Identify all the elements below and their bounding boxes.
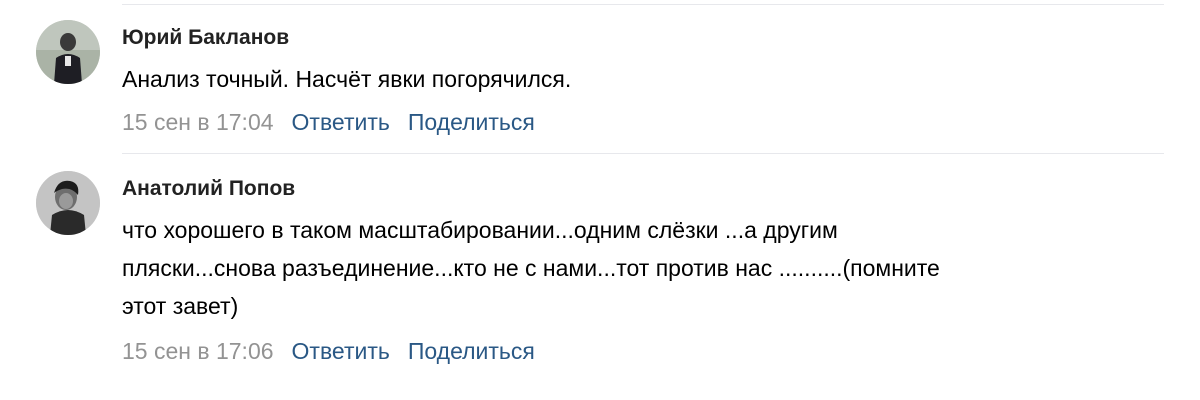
comment-text-line: что хорошего в таком масштабировании...о… bbox=[122, 217, 838, 243]
avatar[interactable] bbox=[36, 171, 100, 235]
share-link[interactable]: Поделиться bbox=[408, 336, 535, 366]
comment-author[interactable]: Анатолий Попов bbox=[122, 175, 295, 203]
comment-date[interactable]: 15 сен в 17:06 bbox=[122, 336, 274, 366]
reply-link[interactable]: Ответить bbox=[292, 336, 390, 366]
comment-text: что хорошего в таком масштабировании...о… bbox=[122, 211, 1182, 325]
reply-link[interactable]: Ответить bbox=[292, 107, 390, 137]
comment-date[interactable]: 15 сен в 17:04 bbox=[122, 107, 274, 137]
user-photo-icon bbox=[36, 20, 100, 84]
comment-author[interactable]: Юрий Бакланов bbox=[122, 24, 289, 52]
avatar[interactable] bbox=[36, 20, 100, 84]
share-link[interactable]: Поделиться bbox=[408, 107, 535, 137]
comment-text-line: пляски...снова разъединение...кто не с н… bbox=[122, 255, 940, 281]
comment-meta: 15 сен в 17:06 Ответить Поделиться bbox=[122, 336, 535, 366]
comment-text: Анализ точный. Насчёт явки погорячился. bbox=[122, 66, 572, 92]
user-photo-icon bbox=[36, 171, 100, 235]
divider-comment bbox=[122, 153, 1164, 154]
comment-meta: 15 сен в 17:04 Ответить Поделиться bbox=[122, 107, 535, 137]
comment-text-line: этот завет) bbox=[122, 293, 239, 319]
divider-top bbox=[122, 4, 1164, 5]
